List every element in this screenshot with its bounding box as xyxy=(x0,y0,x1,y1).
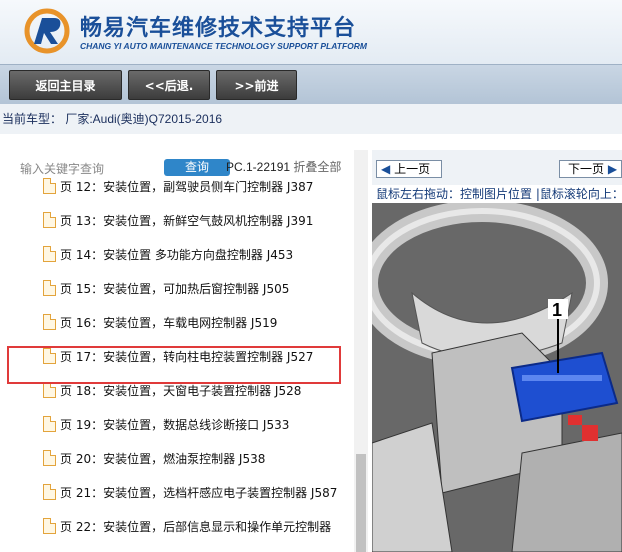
list-item[interactable]: 页 19：安装位置，数据总线诊断接口 J533 xyxy=(18,406,354,440)
vehicle-info-bar: 当前车型： 厂家:Audi(奥迪)Q72015-2016 xyxy=(0,104,622,134)
toolbar: 返回主目录 <<后退. >>前进 xyxy=(0,64,622,104)
document-icon xyxy=(43,484,56,500)
list-item[interactable]: 页 12：安装位置，副驾驶员侧车门控制器 J387 xyxy=(18,178,354,202)
pc-code: PC.1-22191 xyxy=(226,160,291,174)
document-icon xyxy=(43,212,56,228)
collapse-all-link[interactable]: 折叠全部 xyxy=(293,160,341,174)
list-item-label: 页 21：安装位置，选档杆感应电子装置控制器 J587 xyxy=(60,486,338,500)
diagram-viewer: ◀ 上一页 下一页 ▶ 鼠标左右拖动：控制图片位置 |鼠标滚轮向上：放大 1 xyxy=(372,150,622,552)
next-page-label: 下一页 xyxy=(568,162,605,176)
list-scrollbar[interactable] xyxy=(354,150,368,552)
app-subtitle: CHANG YI AUTO MAINTENANCE TECHNOLOGY SUP… xyxy=(80,41,367,51)
home-button[interactable]: 返回主目录 xyxy=(9,70,122,100)
document-icon xyxy=(43,382,56,398)
list-item-label: 页 18：安装位置，天窗电子装置控制器 J528 xyxy=(60,384,302,398)
list-item-label: 页 12：安装位置，副驾驶员侧车门控制器 J387 xyxy=(60,180,314,194)
list-item-label: 页 20：安装位置，燃油泵控制器 J538 xyxy=(60,452,266,466)
document-icon xyxy=(43,450,56,466)
document-icon xyxy=(43,518,56,534)
list-item[interactable]: 页 14：安装位置 多功能方向盘控制器 J453 xyxy=(18,236,354,270)
component-diagram-image[interactable]: 1 xyxy=(372,203,622,552)
viewer-navbar: ◀ 上一页 下一页 ▶ xyxy=(372,150,622,185)
list-item[interactable]: 页 16：安装位置，车载电网控制器 J519 xyxy=(18,304,354,338)
list-item[interactable]: 页 22：安装位置，后部信息显示和操作单元控制器 xyxy=(18,508,354,542)
list-item-label: 页 13：安装位置，新鲜空气鼓风机控制器 J391 xyxy=(60,214,314,228)
list-item-label: 页 19：安装位置，数据总线诊断接口 J533 xyxy=(60,418,290,432)
app-title: 畅易汽车维修技术支持平台 xyxy=(80,16,357,41)
next-page-button[interactable]: 下一页 ▶ xyxy=(559,160,622,178)
app-header: 畅易汽车维修技术支持平台 CHANG YI AUTO MAINTENANCE T… xyxy=(0,0,622,64)
list-item[interactable]: 页 21：安装位置，选档杆感应电子装置控制器 J587 xyxy=(18,474,354,508)
search-button[interactable]: 查询 xyxy=(164,159,230,176)
scroll-thumb[interactable] xyxy=(356,454,366,552)
prev-page-button[interactable]: ◀ 上一页 xyxy=(376,160,442,178)
list-item[interactable]: 页 15：安装位置，可加热后窗控制器 J505 xyxy=(18,270,354,304)
current-vehicle-text: 当前车型： 厂家:Audi(奥迪)Q72015-2016 xyxy=(2,112,223,126)
list-item-label: 页 22：安装位置，后部信息显示和操作单元控制器 xyxy=(60,520,332,534)
document-icon xyxy=(43,280,56,296)
list-item-label: 页 15：安装位置，可加热后窗控制器 J505 xyxy=(60,282,290,296)
arrow-right-icon: ▶ xyxy=(607,162,618,176)
arrow-left-icon: ◀ xyxy=(381,162,391,176)
search-input[interactable]: 输入关键字查询 xyxy=(20,160,104,177)
forward-button[interactable]: >>前进 xyxy=(216,70,297,100)
document-icon xyxy=(43,416,56,432)
selection-highlight-box xyxy=(7,346,341,384)
list-item-label: 页 16：安装位置，车载电网控制器 J519 xyxy=(60,316,278,330)
list-item-label: 页 14：安装位置 多功能方向盘控制器 J453 xyxy=(60,248,294,262)
list-item[interactable]: 页 20：安装位置，燃油泵控制器 J538 xyxy=(18,440,354,474)
pc-code-bar: PC.1-22191 折叠全部 xyxy=(226,158,341,175)
logo-icon xyxy=(24,8,70,54)
viewer-hint: 鼠标左右拖动：控制图片位置 |鼠标滚轮向上：放大 xyxy=(372,185,622,203)
list-item[interactable]: 页 13：安装位置，新鲜空气鼓风机控制器 J391 xyxy=(18,202,354,236)
document-icon xyxy=(43,178,56,194)
callout-label: 1 xyxy=(552,300,562,320)
document-icon xyxy=(43,246,56,262)
prev-page-label: 上一页 xyxy=(394,162,431,176)
document-icon xyxy=(43,314,56,330)
back-button[interactable]: <<后退. xyxy=(128,70,210,100)
